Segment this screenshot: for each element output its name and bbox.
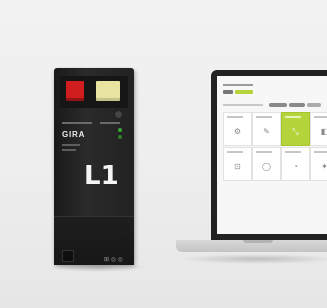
- ui-tile: ⚙: [223, 112, 252, 146]
- ui-tile: ✦: [310, 147, 327, 181]
- ui-tile-icon: ⚙: [233, 127, 242, 136]
- status-led: [118, 135, 122, 139]
- ui-pill: [289, 103, 305, 107]
- ui-tile-label: [314, 116, 327, 118]
- ui-title-placeholder: [223, 84, 253, 86]
- ui-tile-icon: ⊡: [234, 162, 241, 171]
- product-scene: GIRA L1 ⊞ ◎ ◎ ⚙ ✎ ⤡ ◧ ⊡ ◯ ◔ ✦: [0, 0, 327, 308]
- laptop-notch: [243, 240, 273, 243]
- device-small-print: [62, 144, 80, 146]
- ui-tab-active: [235, 90, 253, 94]
- ui-tile: ◧: [310, 112, 327, 146]
- status-led: [118, 128, 122, 132]
- ui-tile-icon: ✎: [263, 127, 270, 136]
- ui-pill: [269, 103, 287, 107]
- gira-l1-device: GIRA L1 ⊞ ◎ ◎: [54, 68, 134, 265]
- ui-tile-label: [285, 151, 301, 153]
- terminal-block: [60, 76, 128, 108]
- ui-tile-icon: ◯: [262, 162, 271, 171]
- device-small-print: [62, 122, 92, 124]
- ui-tile-label: [227, 116, 243, 118]
- ui-row-text: [223, 104, 263, 106]
- red-terminal: [66, 81, 84, 101]
- device-small-print: [62, 149, 76, 151]
- screw-icon: [114, 110, 123, 119]
- ui-tile-label: [227, 151, 243, 153]
- network-port: [62, 250, 74, 262]
- ui-tile-icon: ◔: [293, 162, 298, 171]
- ui-tile: ◯: [252, 147, 281, 181]
- ui-tile: ◔: [281, 147, 310, 181]
- laptop-screen: ⚙ ✎ ⤡ ◧ ⊡ ◯ ◔ ✦: [217, 76, 327, 234]
- yellow-terminal: [96, 81, 120, 101]
- ui-tab: [223, 90, 233, 94]
- model-label: L1: [84, 161, 119, 191]
- ui-tile-grid: ⚙ ✎ ⤡ ◧ ⊡ ◯ ◔ ✦: [223, 112, 327, 212]
- device-small-print: [100, 122, 120, 124]
- ui-tile-label: [256, 151, 272, 153]
- laptop-shadow: [178, 254, 327, 264]
- port-icons: ⊞ ◎ ◎: [104, 257, 123, 263]
- ui-tile: ⊡: [223, 147, 252, 181]
- ui-tile-label: [285, 116, 301, 118]
- ui-tile-active: ⤡: [281, 112, 310, 146]
- ui-tile-icon: ✦: [321, 162, 327, 171]
- ui-header: [223, 84, 327, 100]
- ui-pill: [307, 103, 321, 107]
- brand-logo: GIRA: [62, 130, 86, 139]
- ui-tile-label: [314, 151, 327, 153]
- ui-tile-icon: ◧: [320, 127, 327, 136]
- ui-tile-label: [256, 116, 272, 118]
- ui-tile-icon: ⤡: [292, 127, 299, 136]
- ui-tile: ✎: [252, 112, 281, 146]
